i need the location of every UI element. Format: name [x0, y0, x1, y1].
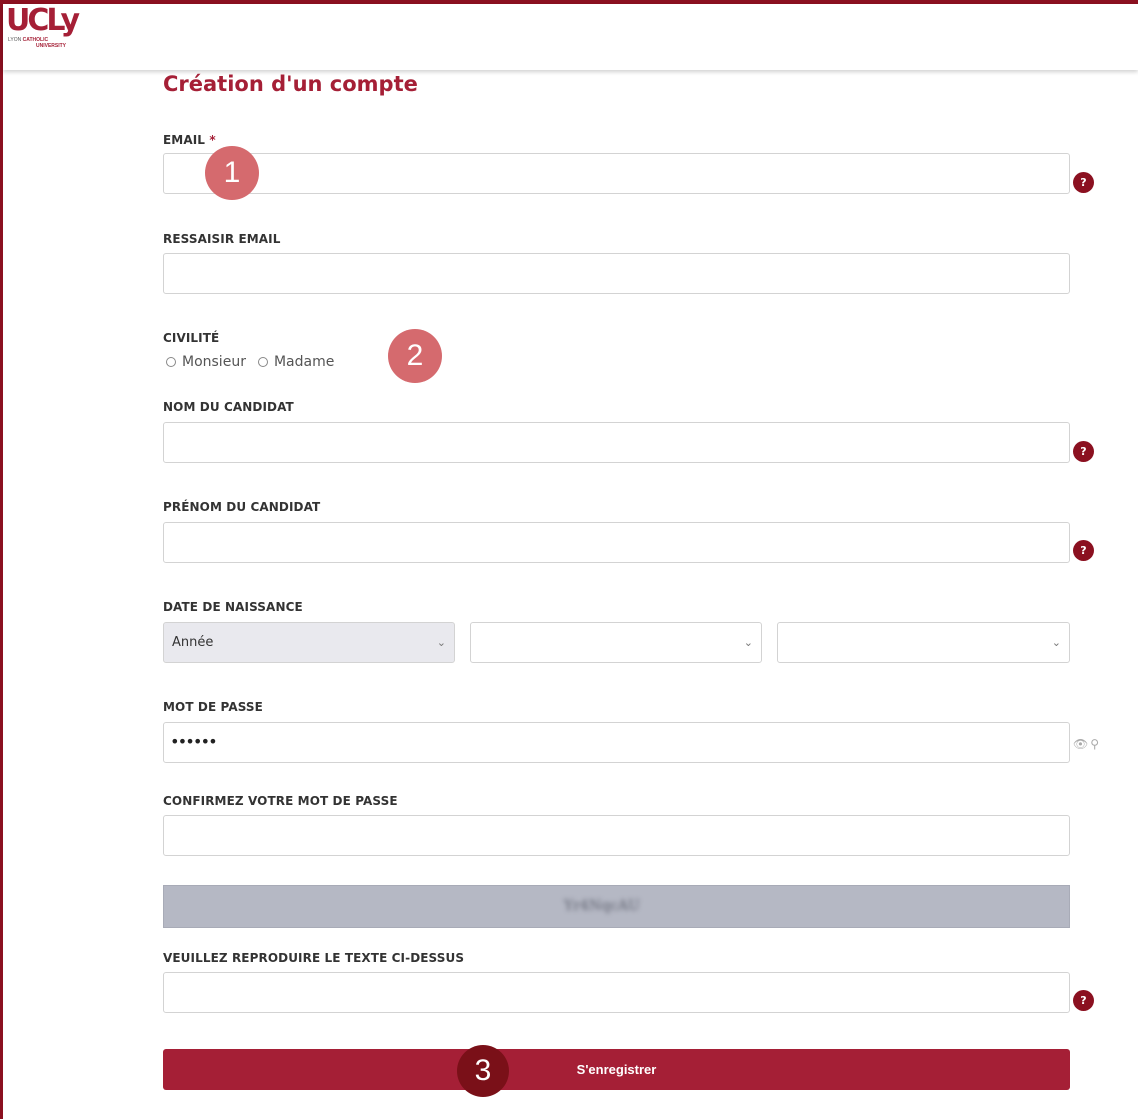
step-badge-3: 3: [457, 1045, 509, 1097]
password-input[interactable]: ••••••: [163, 722, 1070, 763]
email-confirm-label: RESSAISIR EMAIL: [163, 232, 281, 246]
email-confirm-input[interactable]: [163, 253, 1070, 294]
logo-subtitle: LYON CATHOLIC UNIVERSITY: [8, 37, 106, 49]
civility-radio-group: Monsieur Madame: [166, 354, 346, 370]
logo-wordmark: UCLy: [6, 3, 80, 38]
birth-month-select[interactable]: ⌄: [470, 622, 762, 663]
key-icon[interactable]: ⚲: [1090, 737, 1101, 751]
password-tools: 👁⚲: [1073, 737, 1101, 751]
chevron-down-icon: ⌄: [1051, 636, 1061, 649]
password-label: MOT DE PASSE: [163, 700, 263, 714]
email-help-icon[interactable]: ?: [1073, 172, 1094, 193]
email-input[interactable]: [163, 153, 1070, 194]
register-button[interactable]: S'enregistrer: [163, 1049, 1070, 1090]
birth-date-label: DATE DE NAISSANCE: [163, 600, 303, 614]
last-name-label: NOM DU CANDIDAT: [163, 400, 294, 414]
civility-option-monsieur[interactable]: Monsieur: [166, 354, 246, 370]
last-name-input[interactable]: [163, 422, 1070, 463]
page-title: Création d'un compte: [163, 72, 418, 96]
eye-icon[interactable]: 👁: [1073, 737, 1090, 751]
first-name-input[interactable]: [163, 522, 1070, 563]
birth-day-select[interactable]: ⌄: [777, 622, 1070, 663]
captcha-help-icon[interactable]: ?: [1073, 990, 1094, 1011]
password-confirm-label: CONFIRMEZ VOTRE MOT DE PASSE: [163, 794, 398, 808]
password-confirm-input[interactable]: [163, 815, 1070, 856]
radio-monsieur[interactable]: [166, 357, 176, 367]
header-bar: [3, 4, 1138, 70]
logo-sub-line2: UNIVERSITY: [36, 43, 67, 49]
captcha-input[interactable]: [163, 972, 1070, 1013]
chevron-down-icon: ⌄: [743, 636, 753, 649]
captcha-text: Yr4NqcAU: [564, 898, 640, 914]
window-frame-left: [0, 0, 3, 1119]
chevron-down-icon: ⌄: [436, 636, 446, 649]
first-name-label: PRÉNOM DU CANDIDAT: [163, 500, 321, 514]
required-mark: *: [209, 133, 216, 147]
civility-label: CIVILITÉ: [163, 331, 220, 345]
step-badge-1: 1: [205, 146, 259, 200]
radio-madame[interactable]: [257, 357, 268, 367]
ucly-logo[interactable]: UCLy LYON CATHOLIC UNIVERSITY: [6, 6, 106, 66]
logo-sub-prefix: LYON: [8, 37, 22, 43]
civility-option-madame[interactable]: Madame: [257, 354, 335, 370]
email-label: EMAIL *: [163, 133, 216, 147]
last-name-help-icon[interactable]: ?: [1073, 441, 1094, 462]
step-badge-2: 2: [388, 329, 442, 383]
birth-year-select[interactable]: Année ⌄: [163, 622, 455, 663]
birth-year-value: Année: [172, 635, 214, 650]
captcha-label: VEUILLEZ REPRODUIRE LE TEXTE CI-DESSUS: [163, 951, 465, 965]
captcha-image: Yr4NqcAU: [163, 885, 1070, 928]
first-name-help-icon[interactable]: ?: [1073, 540, 1094, 561]
radio-madame-label: Madame: [273, 354, 335, 370]
radio-monsieur-label: Monsieur: [182, 354, 246, 370]
